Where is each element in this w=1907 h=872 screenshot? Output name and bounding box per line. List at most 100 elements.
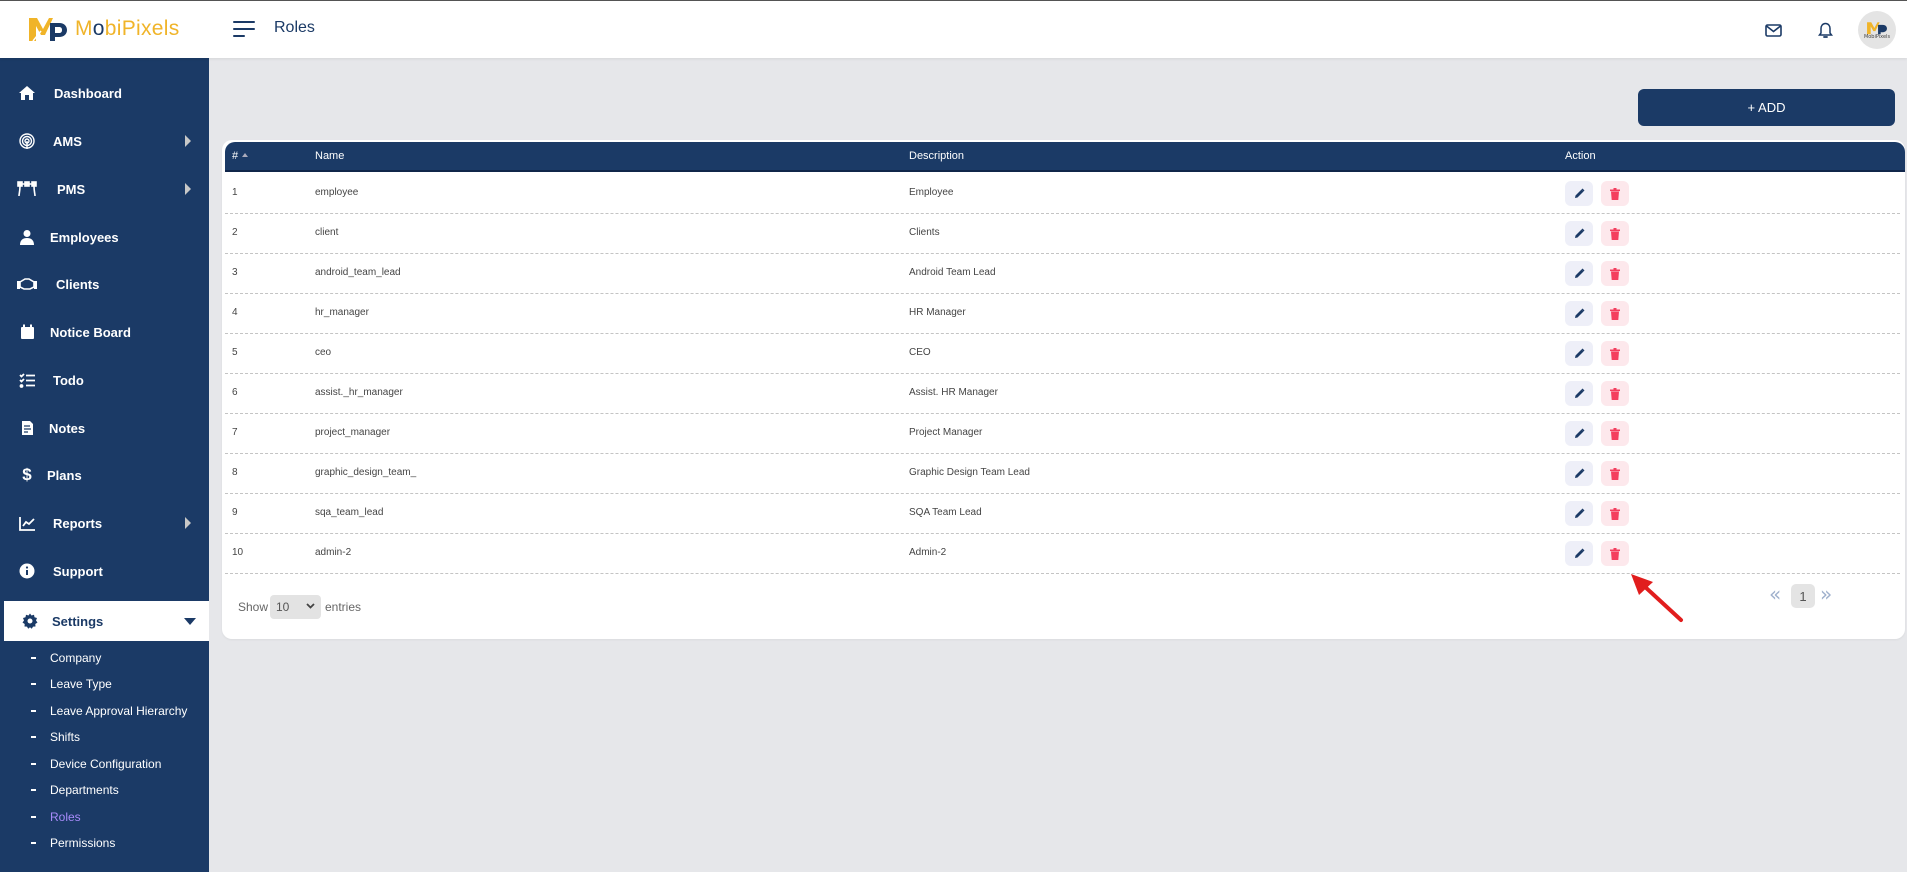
cell-description: Assist. HR Manager <box>909 387 998 398</box>
pagination-prev-button[interactable]: « <box>1769 582 1781 606</box>
column-header-description[interactable]: Description <box>909 150 964 162</box>
column-header-name[interactable]: Name <box>315 150 344 162</box>
sidebar-item-notes[interactable]: Notes <box>0 408 209 448</box>
trash-icon <box>1610 427 1620 440</box>
sidebar-sub-company[interactable]: Company <box>0 647 209 669</box>
column-header-number[interactable]: # <box>232 150 249 162</box>
sidebar-sub-permissions[interactable]: Permissions <box>0 832 209 854</box>
sidebar-sub-device-configuration[interactable]: Device Configuration <box>0 753 209 775</box>
bell-icon[interactable] <box>1814 19 1836 41</box>
sidebar-item-employees[interactable]: Employees <box>0 217 209 257</box>
cell-name: ceo <box>315 347 332 358</box>
sidebar-item-reports[interactable]: Reports <box>0 503 209 543</box>
sidebar-item-dashboard[interactable]: Dashboard <box>0 73 209 113</box>
edit-button[interactable] <box>1565 461 1593 486</box>
cell-number: 7 <box>232 427 238 438</box>
cell-description: Employee <box>909 187 954 198</box>
sidebar-sub-departments[interactable]: Departments <box>0 779 209 801</box>
sidebar-item-clients[interactable]: Clients <box>0 264 209 304</box>
fingerprint-icon <box>17 131 37 151</box>
roles-table-card: # Name Description Action 1 employee Emplo… <box>222 140 1905 639</box>
cell-number: 1 <box>232 187 238 198</box>
pencil-icon <box>1574 268 1585 279</box>
cell-number: 8 <box>232 467 238 478</box>
cell-description: Clients <box>909 227 940 238</box>
sidebar-item-plans[interactable]: $ Plans <box>0 455 209 495</box>
edit-button[interactable] <box>1565 341 1593 366</box>
delete-button[interactable] <box>1601 501 1629 526</box>
entries-per-page-select[interactable]: 10 <box>270 595 321 619</box>
trash-icon <box>1610 347 1620 360</box>
trash-icon <box>1610 267 1620 280</box>
table-row: 4 hr_manager HR Manager <box>225 294 1900 334</box>
expand-arrow-icon <box>185 183 191 195</box>
table-row: 8 graphic_design_team_ Graphic Design Team… <box>225 454 1900 494</box>
sidebar-sub-leave-type[interactable]: Leave Type <box>0 673 209 695</box>
pencil-icon <box>1574 348 1585 359</box>
cell-number: 5 <box>232 347 238 358</box>
pencil-icon <box>1574 508 1585 519</box>
sidebar: Dashboard AMS PMS Employees Clients Noti… <box>0 58 209 872</box>
brand-logo[interactable]: MobiPixels <box>27 15 180 43</box>
table-row: 9 sqa_team_lead SQA Team Lead <box>225 494 1900 534</box>
delete-button[interactable] <box>1601 261 1629 286</box>
mp-logo-icon <box>29 18 67 42</box>
delete-button[interactable] <box>1601 341 1629 366</box>
sidebar-item-support[interactable]: Support <box>0 551 209 591</box>
trash-icon <box>1610 227 1620 240</box>
edit-button[interactable] <box>1565 381 1593 406</box>
cell-name: sqa_team_lead <box>315 507 384 518</box>
menu-toggle-icon[interactable] <box>233 21 255 39</box>
column-header-action: Action <box>1565 150 1596 162</box>
bezier-icon <box>17 179 37 199</box>
delete-button[interactable] <box>1601 381 1629 406</box>
calendar-icon <box>17 322 37 342</box>
sidebar-sub-shifts[interactable]: Shifts <box>0 726 209 748</box>
top-header: MobiPixels Roles MobiPixels <box>0 1 1907 58</box>
delete-button[interactable] <box>1601 301 1629 326</box>
delete-button[interactable] <box>1601 421 1629 446</box>
cell-number: 3 <box>232 267 238 278</box>
delete-button[interactable] <box>1601 221 1629 246</box>
sidebar-sub-leave-approval-hierarchy[interactable]: Leave Approval Hierarchy <box>0 700 209 722</box>
edit-button[interactable] <box>1565 221 1593 246</box>
pencil-icon <box>1574 548 1585 559</box>
cell-name: employee <box>315 187 359 198</box>
sidebar-item-notice-board[interactable]: Notice Board <box>0 312 209 352</box>
cell-name: admin-2 <box>315 547 352 558</box>
delete-button[interactable] <box>1601 181 1629 206</box>
delete-button[interactable] <box>1601 541 1629 566</box>
pencil-icon <box>1574 188 1585 199</box>
sidebar-item-todo[interactable]: Todo <box>0 360 209 400</box>
home-icon <box>17 83 37 103</box>
user-icon <box>17 227 37 247</box>
table-row: 3 android_team_lead Android Team Lead <box>225 254 1900 294</box>
edit-button[interactable] <box>1565 261 1593 286</box>
edit-button[interactable] <box>1565 181 1593 206</box>
checklist-icon <box>17 370 37 390</box>
document-icon <box>17 418 37 438</box>
edit-button[interactable] <box>1565 541 1593 566</box>
table-row: 5 ceo CEO <box>225 334 1900 374</box>
sidebar-item-pms[interactable]: PMS <box>0 169 209 209</box>
cell-description: Project Manager <box>909 427 983 438</box>
edit-button[interactable] <box>1565 421 1593 446</box>
trash-icon <box>1610 467 1620 480</box>
cell-name: client <box>315 227 339 238</box>
chevron-down-icon <box>306 603 315 609</box>
add-role-button[interactable]: + ADD <box>1638 89 1895 126</box>
mail-icon[interactable] <box>1762 19 1784 41</box>
table-row: 7 project_manager Project Manager <box>225 414 1900 454</box>
table-row: 10 admin-2 Admin-2 <box>225 534 1900 574</box>
cell-name: project_manager <box>315 427 391 438</box>
edit-button[interactable] <box>1565 501 1593 526</box>
pagination-next-button[interactable]: » <box>1820 582 1832 606</box>
avatar[interactable]: MobiPixels <box>1858 11 1896 49</box>
sidebar-item-ams[interactable]: AMS <box>0 121 209 161</box>
sidebar-item-settings[interactable]: Settings <box>0 601 209 641</box>
edit-button[interactable] <box>1565 301 1593 326</box>
pagination-page-1[interactable]: 1 <box>1791 584 1815 608</box>
sidebar-sub-roles[interactable]: Roles <box>0 806 209 828</box>
delete-button[interactable] <box>1601 461 1629 486</box>
handshake-icon <box>17 274 37 294</box>
